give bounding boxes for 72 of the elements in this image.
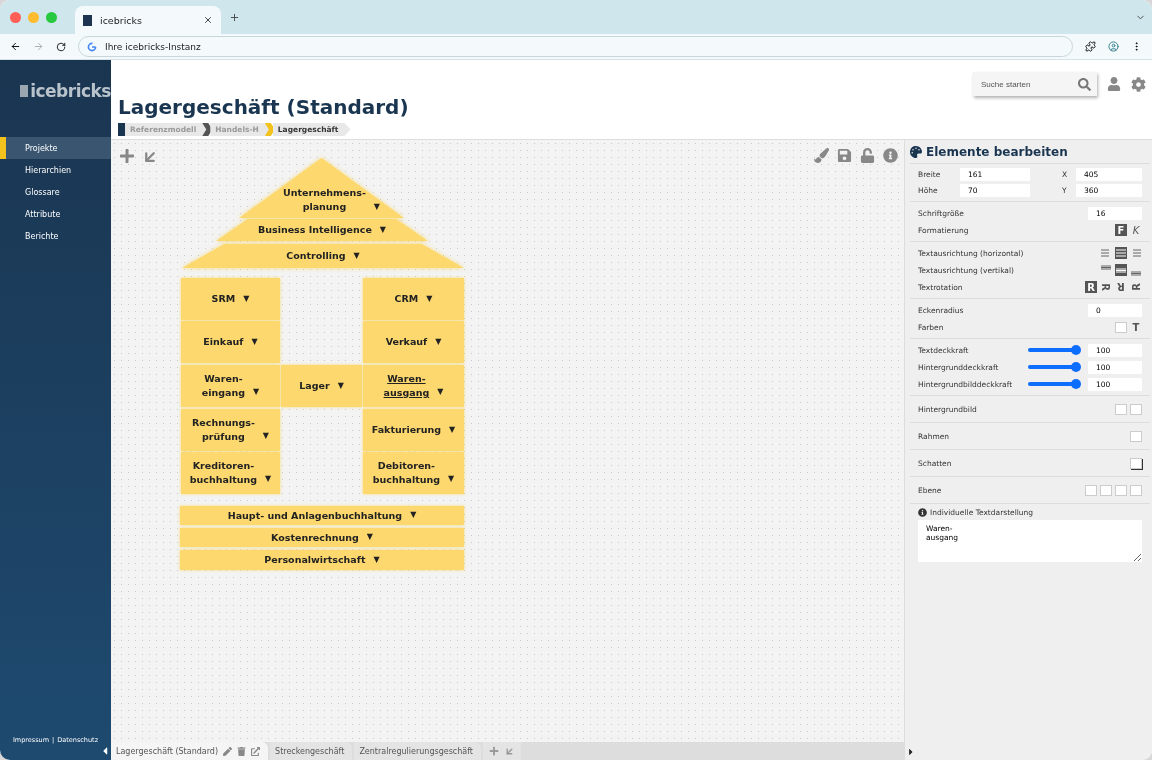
slider-thumb[interactable] (1071, 345, 1081, 355)
diagram-node[interactable]: SRM ▼ (181, 278, 280, 320)
browser-tab[interactable]: icebricks (75, 6, 221, 34)
diagram-node[interactable]: Waren- ausgang ▼ (363, 365, 464, 407)
search-input[interactable]: Suche starten (979, 78, 1078, 90)
diagram-node[interactable]: Waren- eingang ▼ (181, 365, 280, 407)
reload-icon[interactable] (56, 41, 66, 52)
external-link-icon[interactable] (251, 746, 261, 756)
model-tab[interactable]: Streckengeschäft (270, 742, 353, 760)
favicon-icon (83, 14, 92, 26)
align-icon[interactable] (1115, 247, 1127, 259)
pencil-icon[interactable] (223, 746, 233, 756)
settings-icon[interactable] (1131, 77, 1146, 92)
diagram-node[interactable]: Einkauf ▼ (181, 321, 280, 363)
new-tab-icon[interactable] (229, 11, 240, 23)
brush-icon[interactable] (814, 148, 829, 163)
model-tab[interactable]: Lagergeschäft (Standard) (111, 742, 269, 760)
page-title: Lagergeschäft (Standard) (118, 95, 410, 119)
extensions-icon[interactable] (1085, 41, 1096, 52)
address-bar[interactable]: Ihre icebricks-Instanz (78, 36, 1073, 57)
panel-title: Elemente bearbeiten (926, 144, 1068, 159)
breadcrumb-start (118, 123, 125, 136)
add-icon[interactable] (119, 148, 135, 164)
close-window-button[interactable] (10, 11, 21, 23)
profile-icon[interactable] (1108, 41, 1119, 52)
back-icon[interactable] (10, 41, 21, 52)
diagram-node[interactable]: Personalwirtschaft ▼ (180, 550, 464, 570)
text-color-button[interactable]: T (1130, 321, 1142, 333)
palette-icon (910, 145, 922, 158)
rotation-button[interactable]: R (1115, 281, 1127, 293)
sidebar-item[interactable]: Berichte (0, 225, 111, 247)
diagram-node[interactable]: Rechnungs- prüfung ▼ (181, 409, 280, 451)
diagram-node[interactable]: Kostenrechnung ▼ (180, 528, 464, 547)
add-icon[interactable] (489, 746, 499, 756)
diagram-node[interactable]: Lager ▼ (281, 365, 362, 407)
diagram-node[interactable]: Haupt- und Anlagenbuchhaltung ▼ (180, 506, 464, 525)
diagram-node[interactable]: Kreditoren- buchhaltung ▼ (181, 452, 280, 494)
close-icon[interactable] (203, 15, 213, 25)
search-icon[interactable] (1078, 77, 1091, 91)
search-field[interactable]: Suche starten (973, 72, 1097, 96)
rotation-button[interactable]: R (1100, 281, 1112, 293)
tab-title: icebricks (100, 14, 142, 26)
user-icon[interactable] (1107, 77, 1121, 91)
slider-thumb[interactable] (1071, 379, 1081, 389)
italic-button[interactable]: K (1130, 224, 1142, 236)
google-icon (87, 41, 97, 52)
align-icon[interactable] (1115, 264, 1127, 276)
diagram-node[interactable]: Fakturierung ▼ (363, 409, 464, 451)
model-tab[interactable]: Zentralregulierungsgeschäft (354, 742, 481, 760)
bold-button[interactable]: F (1115, 224, 1127, 236)
logo[interactable]: icebricks (0, 80, 111, 102)
forward-icon[interactable] (33, 41, 44, 52)
diagram-node[interactable]: Debitoren- buchhaltung ▼ (363, 452, 464, 494)
zoom-window-button[interactable] (46, 11, 57, 23)
save-icon[interactable] (837, 148, 852, 163)
collapse-icon[interactable] (101, 745, 109, 757)
unlock-icon[interactable] (860, 148, 875, 163)
info-icon (918, 508, 927, 517)
slider-thumb[interactable] (1071, 362, 1081, 372)
diagram-node[interactable]: Controlling ▼ (182, 244, 464, 268)
info-icon[interactable] (883, 148, 898, 163)
sidebar-item[interactable]: Hierarchien (0, 159, 111, 181)
background-color-button[interactable] (1115, 321, 1127, 333)
diagram-node[interactable]: Business Intelligence ▼ (216, 219, 428, 241)
diagram-node[interactable]: CRM ▼ (363, 278, 464, 320)
sidebar-item[interactable]: Glossare (0, 181, 111, 203)
trash-icon[interactable] (237, 746, 247, 756)
rotation-button[interactable]: R (1085, 281, 1097, 293)
rotation-button[interactable]: R (1130, 281, 1142, 293)
sidebar-item[interactable]: Projekte (0, 137, 111, 159)
sidebar-item[interactable]: Attribute (0, 203, 111, 225)
diagram-node[interactable]: Verkauf ▼ (363, 321, 464, 363)
